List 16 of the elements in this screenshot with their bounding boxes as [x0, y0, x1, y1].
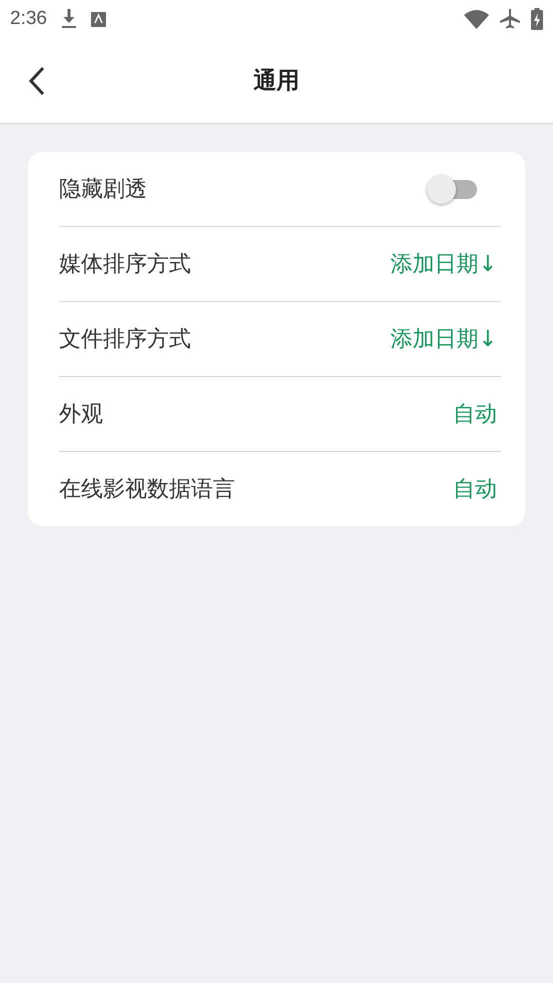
- setting-value[interactable]: 添加日期↓: [390, 249, 497, 279]
- setting-label: 媒体排序方式: [59, 251, 191, 279]
- status-time: 2:36: [10, 8, 47, 30]
- setting-value[interactable]: 添加日期↓: [390, 324, 497, 354]
- download-icon: [60, 9, 77, 29]
- setting-value[interactable]: 自动: [453, 474, 497, 504]
- airplane-icon: [499, 8, 521, 30]
- setting-value[interactable]: 自动: [453, 399, 497, 429]
- page-title: 通用: [254, 67, 300, 96]
- setting-label: 在线影视数据语言: [59, 476, 235, 504]
- wifi-icon: [464, 10, 489, 28]
- battery-icon: [531, 8, 543, 30]
- setting-label: 外观: [59, 401, 103, 429]
- setting-label: 隐藏剧透: [59, 176, 147, 204]
- setting-label: 文件排序方式: [59, 326, 191, 354]
- toggle-switch[interactable]: [427, 175, 479, 203]
